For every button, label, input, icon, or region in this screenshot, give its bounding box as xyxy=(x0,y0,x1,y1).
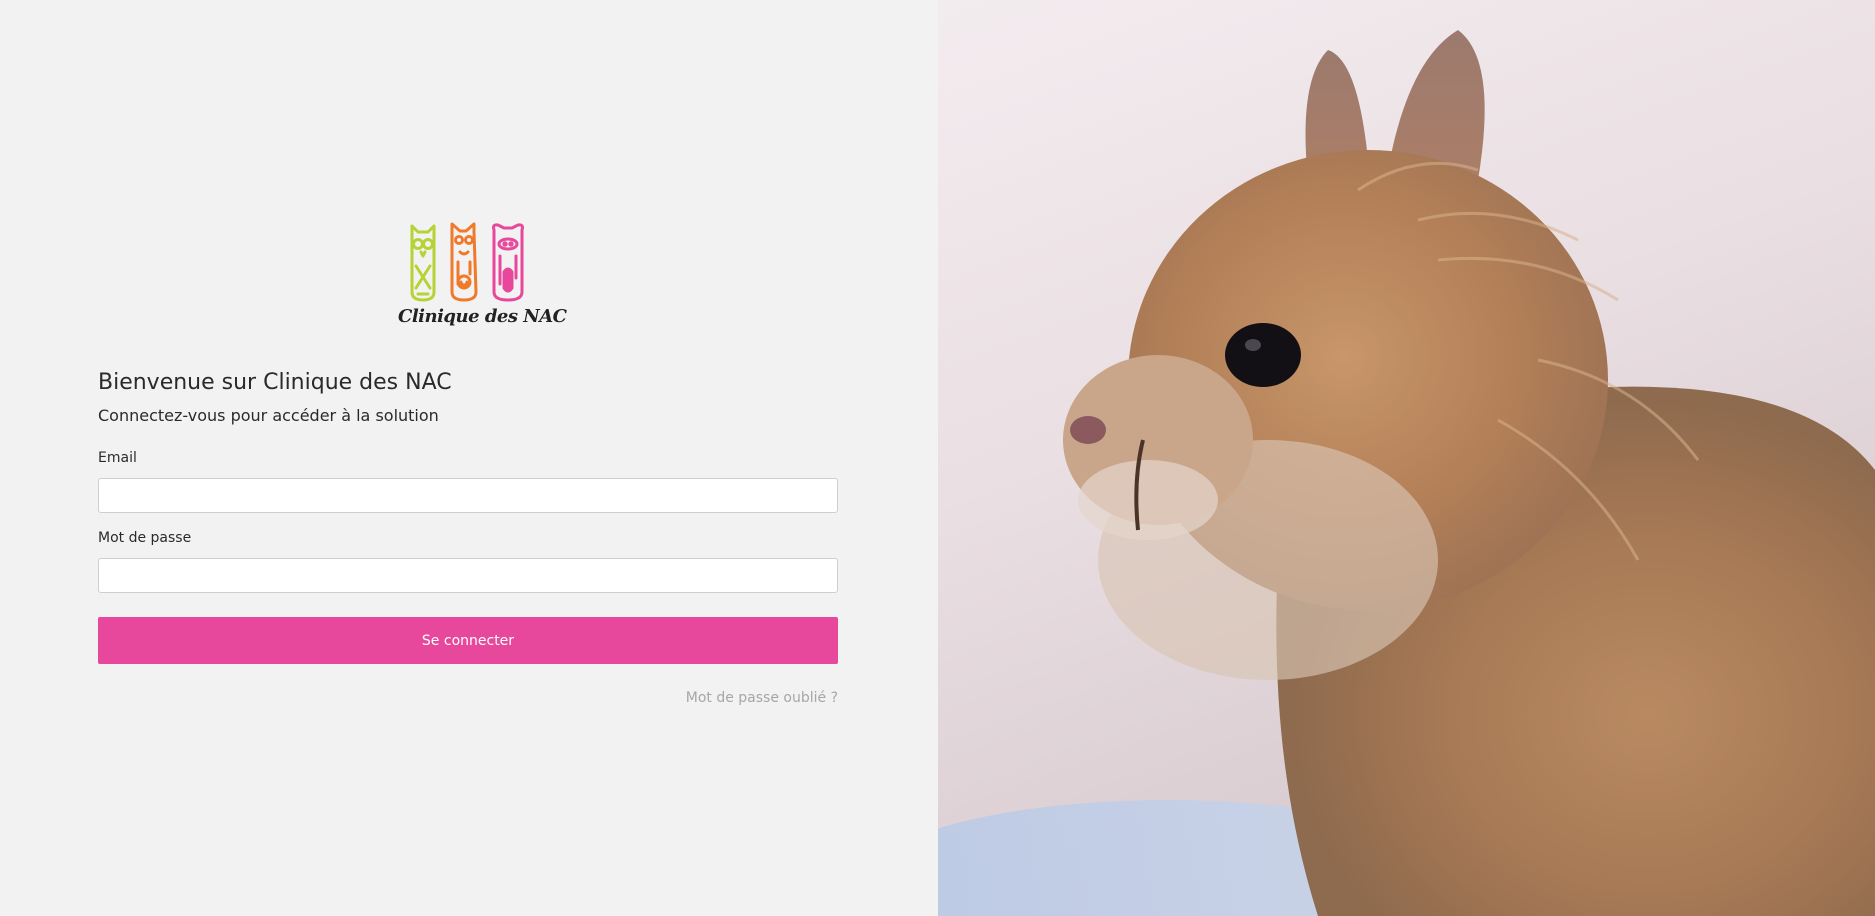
welcome-title: Bienvenue sur Clinique des NAC xyxy=(98,370,452,395)
brand-logo: Clinique des NAC xyxy=(398,222,567,334)
animals-logo-icon xyxy=(410,222,524,302)
password-field[interactable] xyxy=(98,558,838,593)
login-page: Clinique des NAC Bienvenue sur Clinique … xyxy=(0,0,1875,916)
login-panel: Clinique des NAC Bienvenue sur Clinique … xyxy=(0,0,938,916)
login-button[interactable]: Se connecter xyxy=(98,617,838,664)
email-label: Email xyxy=(98,450,137,466)
email-field[interactable] xyxy=(98,478,838,513)
forgot-password-link[interactable]: Mot de passe oublié ? xyxy=(686,690,838,706)
hero-image-panel xyxy=(938,0,1875,916)
logo-text: Clinique des NAC xyxy=(398,306,567,327)
rabbit-photo xyxy=(938,30,1875,916)
welcome-subtitle: Connectez-vous pour accéder à la solutio… xyxy=(98,406,439,425)
password-label: Mot de passe xyxy=(98,530,192,546)
